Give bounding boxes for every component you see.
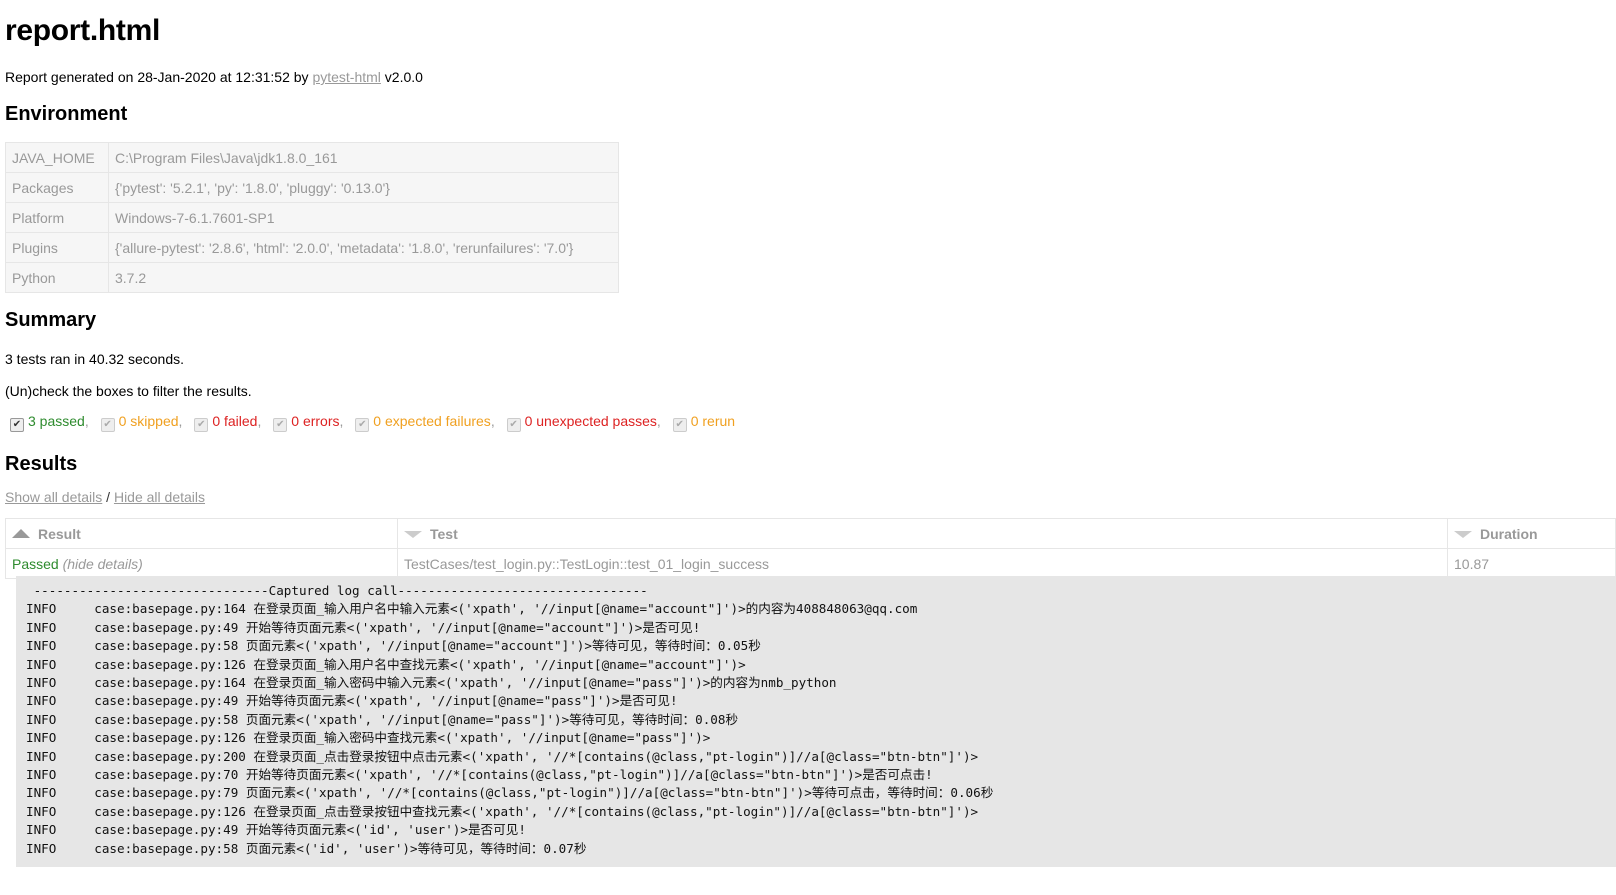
hide-details-toggle[interactable]: (hide details): [63, 556, 143, 572]
captured-log: -------------------------------Captured …: [16, 576, 1616, 867]
env-value: C:\Program Files\Java\jdk1.8.0_161: [108, 142, 619, 173]
links-separator: /: [102, 489, 114, 505]
environment-heading: Environment: [5, 103, 128, 125]
filter-failed[interactable]: ✔ 0 failed,: [194, 412, 267, 432]
table-row: Passed (hide details) TestCases/test_log…: [5, 548, 1616, 579]
env-row: JAVA_HOME C:\Program Files\Java\jdk1.8.0…: [5, 142, 619, 173]
filter-label: 0 unexpected passes: [524, 413, 657, 429]
environment-table: JAVA_HOME C:\Program Files\Java\jdk1.8.0…: [5, 142, 619, 293]
checkbox-expected-failures[interactable]: ✔: [355, 418, 370, 432]
env-row: Plugins {'allure-pytest': '2.8.6', 'html…: [5, 232, 619, 263]
show-all-details-link[interactable]: Show all details: [5, 489, 102, 505]
env-value: Windows-7-6.1.7601-SP1: [108, 202, 619, 233]
sort-icon: [1454, 530, 1472, 538]
filter-label: 0 skipped: [118, 413, 179, 429]
filter-checkboxes: ✔ 3 passed, ✔ 0 skipped, ✔ 0 failed, ✔ 0 err…: [10, 412, 737, 432]
log-line: INFO case:basepage.py:200 在登录页面_点击登录按钮中点…: [26, 748, 979, 764]
summary-heading: Summary: [5, 309, 97, 331]
generated-prefix: Report generated on 28-Jan-2020 at 12:31…: [5, 69, 313, 85]
results-heading: Results: [5, 453, 78, 475]
column-label: Result: [38, 525, 81, 542]
results-table: Result Test Duration Passed (hide detail…: [5, 518, 1616, 579]
env-value: {'allure-pytest': '2.8.6', 'html': '2.0.…: [108, 232, 619, 263]
log-line: INFO case:basepage.py:79 页面元素<('xpath', …: [26, 785, 994, 801]
page-title: report.html: [5, 14, 161, 47]
checkbox-unexpected-passes[interactable]: ✔: [506, 418, 521, 432]
log-line: INFO case:basepage.py:164 在登录页面_输入用户名中输入…: [26, 601, 918, 617]
checkbox-rerun[interactable]: ✔: [672, 418, 687, 432]
column-label: Test: [430, 525, 458, 542]
filter-passed[interactable]: ✔ 3 passed,: [10, 412, 95, 432]
env-row: Python 3.7.2: [5, 262, 619, 293]
filter-instruction: (Un)check the boxes to filter the result…: [5, 383, 252, 399]
log-line: INFO case:basepage.py:126 在登录页面_输入密码中查找元…: [26, 730, 711, 746]
env-key: JAVA_HOME: [5, 142, 109, 173]
env-row: Platform Windows-7-6.1.7601-SP1: [5, 202, 619, 233]
filter-expected-failures[interactable]: ✔ 0 expected failures,: [355, 412, 500, 432]
result-status: Passed: [12, 555, 59, 572]
test-name-cell: TestCases/test_login.py::TestLogin::test…: [397, 548, 1448, 579]
log-line: INFO case:basepage.py:70 开始等待页面元素<('xpat…: [26, 767, 933, 783]
filter-errors[interactable]: ✔ 0 errors,: [273, 412, 349, 432]
results-header-row: Result Test Duration: [5, 518, 1616, 549]
sort-icon: [404, 530, 422, 538]
filter-skipped[interactable]: ✔ 0 skipped,: [100, 412, 189, 432]
env-value: 3.7.2: [108, 262, 619, 293]
env-row: Packages {'pytest': '5.2.1', 'py': '1.8.…: [5, 172, 619, 203]
filter-unexpected-passes[interactable]: ✔ 0 unexpected passes,: [506, 412, 667, 432]
comma: ,: [84, 413, 89, 429]
log-line: INFO case:basepage.py:126 在登录页面_输入用户名中查找…: [26, 656, 746, 672]
env-key: Python: [5, 262, 109, 293]
filter-label: 3 passed: [28, 413, 85, 429]
column-header-duration[interactable]: Duration: [1447, 518, 1616, 549]
log-line: INFO case:basepage.py:49 开始等待页面元素<('xpat…: [26, 693, 678, 709]
tests-ran-text: 3 tests ran in 40.32 seconds.: [5, 351, 184, 367]
filter-label: 0 expected failures: [373, 413, 491, 429]
checkbox-failed[interactable]: ✔: [194, 418, 209, 432]
log-line: INFO case:basepage.py:126 在登录页面_点击登录按钮中查…: [26, 803, 979, 819]
log-line: INFO case:basepage.py:58 页面元素<('id', 'us…: [26, 840, 587, 856]
env-key: Packages: [5, 172, 109, 203]
log-line: INFO case:basepage.py:49 开始等待页面元素<('xpat…: [26, 619, 701, 635]
generated-suffix: v2.0.0: [380, 69, 423, 85]
column-header-result[interactable]: Result: [5, 518, 398, 549]
env-key: Plugins: [5, 232, 109, 263]
column-label: Duration: [1480, 525, 1538, 542]
log-line: INFO case:basepage.py:58 页面元素<('xpath', …: [26, 638, 761, 654]
log-line: -------------------------------Captured …: [26, 583, 648, 598]
result-cell: Passed (hide details): [5, 548, 398, 579]
comma: ,: [178, 413, 183, 429]
filter-label: 0 failed: [212, 413, 258, 429]
comma: ,: [656, 413, 661, 429]
filter-label: 0 errors: [291, 413, 340, 429]
checkbox-passed[interactable]: ✔: [10, 418, 24, 432]
env-key: Platform: [5, 202, 109, 233]
checkbox-skipped[interactable]: ✔: [100, 418, 115, 432]
log-line: INFO case:basepage.py:58 页面元素<('xpath', …: [26, 711, 739, 727]
filter-rerun[interactable]: ✔ 0 rerun: [672, 412, 736, 432]
log-line: INFO case:basepage.py:164 在登录页面_输入密码中输入元…: [26, 675, 837, 691]
column-header-test[interactable]: Test: [397, 518, 1448, 549]
comma: ,: [257, 413, 262, 429]
sort-ascending-icon: [12, 528, 30, 538]
generated-line: Report generated on 28-Jan-2020 at 12:31…: [5, 68, 423, 86]
log-line: INFO case:basepage.py:49 开始等待页面元素<('id',…: [26, 822, 526, 838]
filter-label: 0 rerun: [690, 413, 736, 429]
details-links: Show all details / Hide all details: [5, 488, 205, 506]
duration-cell: 10.87: [1447, 548, 1616, 579]
comma: ,: [490, 413, 495, 429]
comma: ,: [339, 413, 344, 429]
pytest-html-link[interactable]: pytest-html: [312, 69, 380, 85]
checkbox-errors[interactable]: ✔: [273, 418, 288, 432]
hide-all-details-link[interactable]: Hide all details: [114, 489, 205, 505]
env-value: {'pytest': '5.2.1', 'py': '1.8.0', 'plug…: [108, 172, 619, 203]
